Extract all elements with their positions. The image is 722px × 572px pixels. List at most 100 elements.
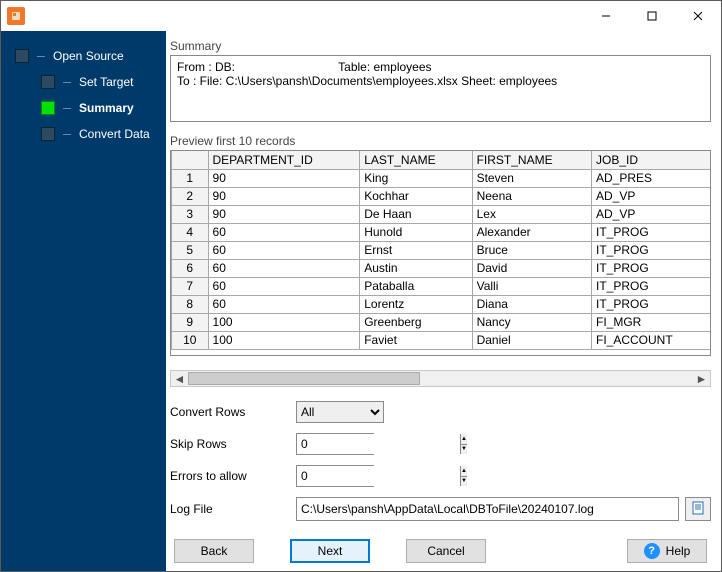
table-cell[interactable]: 90 xyxy=(208,169,360,187)
table-cell[interactable]: Greenberg xyxy=(360,313,472,331)
scroll-track[interactable] xyxy=(188,371,693,386)
spinner-down-icon[interactable]: ▼ xyxy=(461,477,467,487)
options-form: Convert Rows All Skip Rows ▲▼ Errors to … xyxy=(170,401,711,521)
table-cell[interactable]: De Haan xyxy=(360,205,472,223)
help-button[interactable]: ? Help xyxy=(627,539,707,563)
table-row[interactable]: 390De HaanLexAD_VP17000LDEHAAN100 xyxy=(172,205,712,223)
table-cell[interactable]: IT_PROG xyxy=(592,223,712,241)
table-header-cell[interactable]: DEPARTMENT_ID xyxy=(208,151,360,169)
table-cell[interactable]: FI_MGR xyxy=(592,313,712,331)
document-icon xyxy=(691,501,705,518)
table-cell[interactable]: IT_PROG xyxy=(592,259,712,277)
sidebar-item-label: Convert Data xyxy=(79,127,150,141)
table-cell[interactable]: Lex xyxy=(472,205,591,223)
close-button[interactable] xyxy=(675,1,721,31)
table-cell[interactable]: AD_VP xyxy=(592,205,712,223)
table-row[interactable]: 190KingStevenAD_PRES24000SKINGnull xyxy=(172,169,712,187)
sidebar-item-set-target[interactable]: Set Target xyxy=(1,69,166,95)
cancel-button[interactable]: Cancel xyxy=(406,539,486,563)
table-cell[interactable]: Austin xyxy=(360,259,472,277)
table-cell[interactable]: IT_PROG xyxy=(592,241,712,259)
table-header-cell[interactable]: LAST_NAME xyxy=(360,151,472,169)
skip-rows-input[interactable] xyxy=(297,434,460,454)
table-cell[interactable]: 60 xyxy=(208,277,360,295)
table-row[interactable]: 560ErnstBruceIT_PROG6000BERNST103 xyxy=(172,241,712,259)
table-cell[interactable]: 60 xyxy=(208,223,360,241)
row-number-cell: 9 xyxy=(172,313,209,331)
sidebar-item-label: Set Target xyxy=(79,75,133,89)
browse-log-button[interactable] xyxy=(685,497,711,521)
table-cell[interactable]: AD_VP xyxy=(592,187,712,205)
scroll-left-icon[interactable]: ◄ xyxy=(171,371,188,386)
sidebar-item-convert-data[interactable]: Convert Data xyxy=(1,121,166,147)
table-row[interactable]: 9100GreenbergNancyFI_MGR12000NGREENBE101 xyxy=(172,313,712,331)
titlebar xyxy=(1,1,721,31)
table-cell[interactable]: David xyxy=(472,259,591,277)
table-cell[interactable]: King xyxy=(360,169,472,187)
table-cell[interactable]: Lorentz xyxy=(360,295,472,313)
convert-rows-label: Convert Rows xyxy=(170,405,290,419)
table-cell[interactable]: Valli xyxy=(472,277,591,295)
table-cell[interactable]: 60 xyxy=(208,241,360,259)
spinner-up-icon[interactable]: ▲ xyxy=(461,466,467,477)
table-cell[interactable]: 90 xyxy=(208,205,360,223)
row-number-cell: 3 xyxy=(172,205,209,223)
table-row[interactable]: 860LorentzDianaIT_PROG4200DLORENTZ103 xyxy=(172,295,712,313)
log-file-input[interactable] xyxy=(296,497,679,521)
table-row[interactable]: 660AustinDavidIT_PROG4800DAUSTIN103 xyxy=(172,259,712,277)
table-cell[interactable]: IT_PROG xyxy=(592,277,712,295)
table-cell[interactable]: 100 xyxy=(208,331,360,349)
table-cell[interactable]: AD_PRES xyxy=(592,169,712,187)
table-cell[interactable]: IT_PROG xyxy=(592,295,712,313)
table-cell[interactable]: Neena xyxy=(472,187,591,205)
step-node-icon xyxy=(15,49,29,63)
table-row[interactable]: 10100FavietDanielFI_ACCOUNT9000DFAVIET10… xyxy=(172,331,712,349)
skip-rows-spinner[interactable]: ▲▼ xyxy=(296,433,374,455)
table-row[interactable]: 290KochharNeenaAD_VP17000NKOCHHAR100 xyxy=(172,187,712,205)
help-button-label: Help xyxy=(666,544,691,558)
table-cell[interactable]: Hunold xyxy=(360,223,472,241)
row-number-cell: 10 xyxy=(172,331,209,349)
back-button[interactable]: Back xyxy=(174,539,254,563)
horizontal-scrollbar[interactable]: ◄ ► xyxy=(170,370,711,387)
next-button[interactable]: Next xyxy=(290,539,370,563)
table-cell[interactable]: Ernst xyxy=(360,241,472,259)
table-cell[interactable]: 90 xyxy=(208,187,360,205)
table-header-cell[interactable]: FIRST_NAME xyxy=(472,151,591,169)
table-cell[interactable]: Nancy xyxy=(472,313,591,331)
minimize-button[interactable] xyxy=(583,1,629,31)
row-number-cell: 1 xyxy=(172,169,209,187)
table-cell[interactable]: Bruce xyxy=(472,241,591,259)
errors-spinner[interactable]: ▲▼ xyxy=(296,465,374,487)
table-cell[interactable]: Pataballa xyxy=(360,277,472,295)
scroll-thumb[interactable] xyxy=(188,372,420,385)
scroll-right-icon[interactable]: ► xyxy=(693,371,710,386)
table-cell[interactable]: Steven xyxy=(472,169,591,187)
main-panel: Summary From : DB: Table: employees To :… xyxy=(166,31,721,571)
convert-rows-select[interactable]: All xyxy=(296,401,384,423)
table-cell[interactable]: Kochhar xyxy=(360,187,472,205)
row-number-cell: 7 xyxy=(172,277,209,295)
table-cell[interactable]: FI_ACCOUNT xyxy=(592,331,712,349)
sidebar-item-summary[interactable]: Summary xyxy=(1,95,166,121)
table-cell[interactable]: 100 xyxy=(208,313,360,331)
spinner-down-icon[interactable]: ▼ xyxy=(461,445,467,455)
summary-section-label: Summary xyxy=(170,39,709,53)
errors-input[interactable] xyxy=(297,466,460,486)
table-cell[interactable]: Daniel xyxy=(472,331,591,349)
window-controls xyxy=(583,1,721,31)
table-cell[interactable]: Faviet xyxy=(360,331,472,349)
table-cell[interactable]: Alexander xyxy=(472,223,591,241)
maximize-button[interactable] xyxy=(629,1,675,31)
table-cell[interactable]: Diana xyxy=(472,295,591,313)
spinner-up-icon[interactable]: ▲ xyxy=(461,434,467,445)
table-cell[interactable]: 60 xyxy=(208,295,360,313)
connector-icon xyxy=(63,82,71,83)
sidebar-item-open-source[interactable]: Open Source xyxy=(1,43,166,69)
wizard-buttons: Back Next Cancel ? Help xyxy=(170,539,711,563)
table-row[interactable]: 760PataballaValliIT_PROG4800VPATABAL103 xyxy=(172,277,712,295)
summary-box: From : DB: Table: employees To : File: C… xyxy=(170,55,711,122)
table-header-cell[interactable]: JOB_ID xyxy=(592,151,712,169)
table-cell[interactable]: 60 xyxy=(208,259,360,277)
table-row[interactable]: 460HunoldAlexanderIT_PROG9000AHUNOLD102 xyxy=(172,223,712,241)
